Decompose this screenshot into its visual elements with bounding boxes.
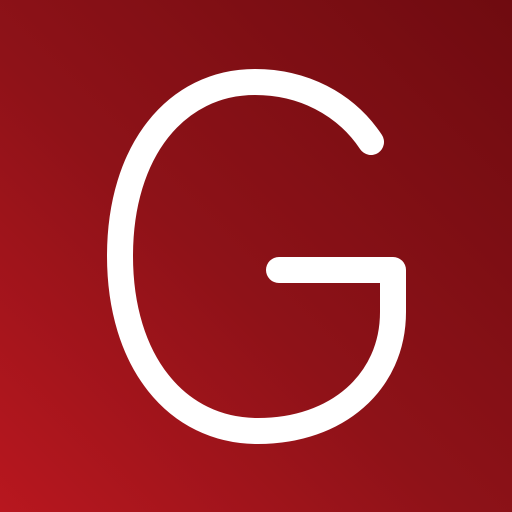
g-letter-icon	[107, 69, 406, 444]
app-icon: G	[0, 0, 512, 512]
